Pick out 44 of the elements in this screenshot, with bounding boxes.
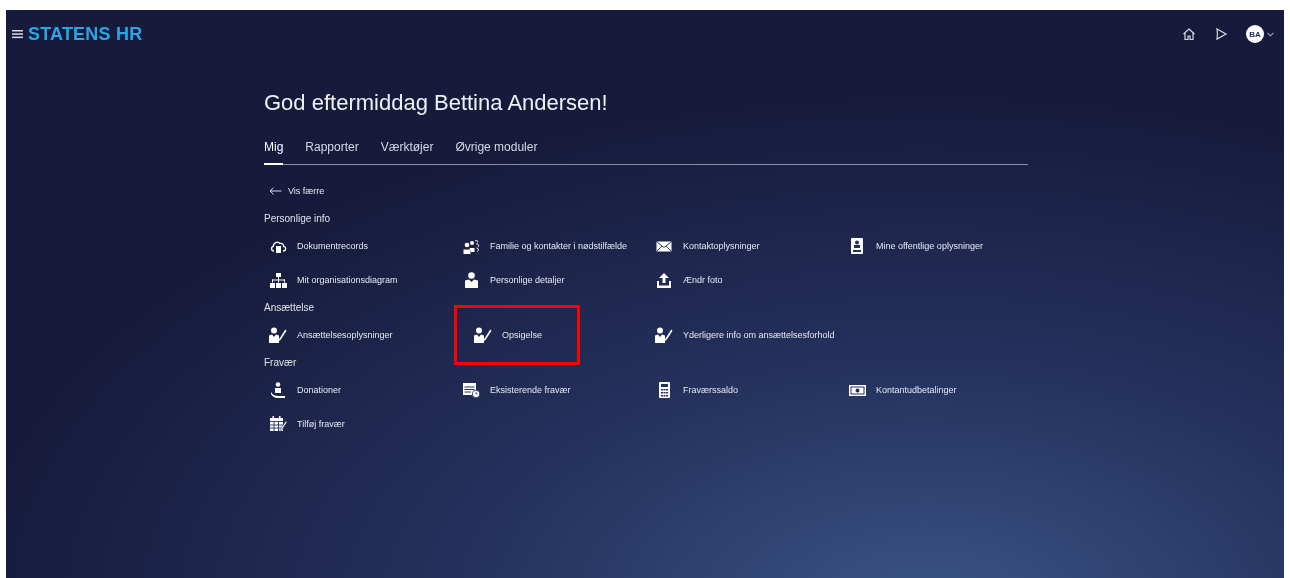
menu-icon[interactable]	[12, 29, 23, 39]
calendar-clock-icon	[462, 382, 480, 398]
tab[interactable]: Værktøjer	[380, 140, 434, 165]
section-heading: Fravær	[264, 357, 298, 368]
tab[interactable]: Øvrige moduler	[455, 140, 538, 165]
org-chart-icon	[269, 272, 287, 288]
app-logo[interactable]: STATENS HR	[28, 23, 143, 45]
section-heading: Ansættelse	[264, 302, 316, 313]
id-card-icon	[851, 238, 863, 254]
menu-link[interactable]: Kontaktoplysninger	[647, 235, 843, 257]
menu-link[interactable]: Kontantudbetalinger	[840, 379, 1036, 401]
banknote-icon	[848, 384, 866, 396]
person-pencil-icon	[474, 327, 492, 343]
menu-link[interactable]: Mine offentlige oplysninger	[840, 235, 1036, 257]
menu-link[interactable]: Familie og kontakter i nødstilfælde	[454, 235, 650, 257]
menu-link[interactable]: Personlige detaljer	[454, 269, 650, 291]
menu-link[interactable]: Tilføj fravær	[261, 413, 457, 435]
hand-person-icon	[270, 382, 286, 398]
menu-link[interactable]: Eksisterende fravær	[454, 379, 650, 401]
menu-link[interactable]: Dokumentrecords	[261, 235, 457, 257]
person-pencil-icon	[655, 327, 673, 343]
greeting-heading: God eftermiddag Bettina Andersen!	[264, 90, 609, 116]
back-link[interactable]: Vis færre	[269, 186, 325, 196]
people-icon	[462, 238, 480, 254]
upload-icon	[657, 272, 671, 288]
person-icon	[464, 272, 478, 288]
menu-link[interactable]: Yderligere info om ansættelsesforhold	[647, 324, 843, 346]
menu-link[interactable]: Mit organisationsdiagram	[261, 269, 457, 291]
home-icon[interactable]	[1182, 27, 1196, 41]
menu-link[interactable]: Ansættelsesoplysninger	[261, 324, 457, 346]
tab[interactable]: Rapporter	[305, 140, 359, 165]
calculator-icon	[658, 382, 670, 398]
calendar-pencil-icon	[269, 416, 287, 432]
menu-link[interactable]: Opsigelse	[454, 305, 580, 365]
section-heading: Personlige info	[264, 213, 332, 224]
user-avatar[interactable]: BA	[1246, 25, 1264, 43]
person-pencil-icon	[269, 327, 287, 343]
menu-link[interactable]: Fraværssaldo	[647, 379, 843, 401]
menu-link[interactable]: Donationer	[261, 379, 457, 401]
menu-link[interactable]: Ændr foto	[647, 269, 843, 291]
chevron-down-icon[interactable]	[1267, 31, 1274, 37]
tab[interactable]: Mig	[264, 140, 284, 165]
arrow-left-icon	[269, 187, 282, 195]
envelope-icon	[656, 240, 672, 252]
